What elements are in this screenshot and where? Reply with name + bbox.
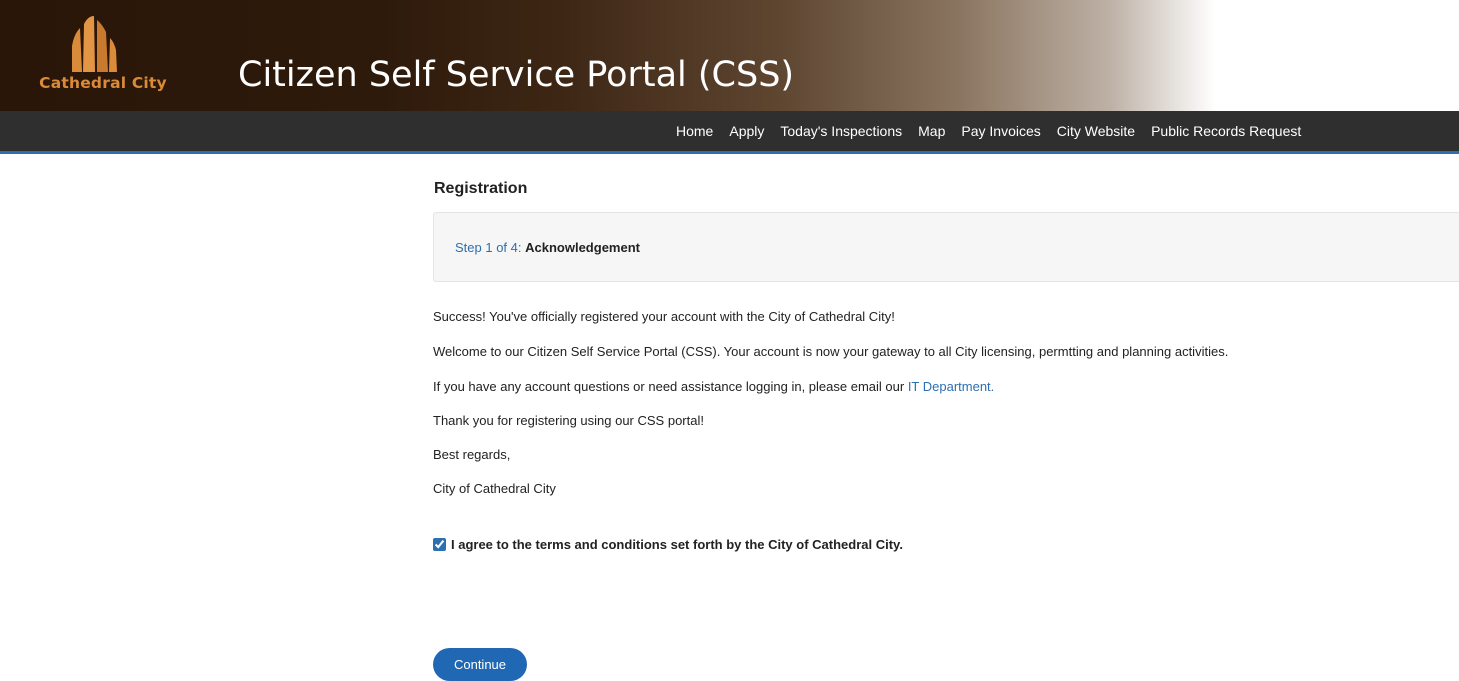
page-title: Registration [434, 180, 528, 197]
help-text: If you have any account questions or nee… [433, 379, 908, 394]
nav-pay-invoices[interactable]: Pay Invoices [953, 111, 1048, 151]
nav-map[interactable]: Map [910, 111, 953, 151]
logo-text: Cathedral City [39, 74, 167, 92]
nav-menu: Home Apply Today's Inspections Map Pay I… [668, 111, 1309, 151]
site-title: Citizen Self Service Portal (CSS) [238, 55, 795, 95]
step-indicator-panel: Step 1 of 4: Acknowledgement [433, 212, 1459, 282]
cathedral-spires-logo-icon [72, 16, 117, 72]
help-message: If you have any account questions or nee… [433, 379, 994, 394]
step-name: Acknowledgement [525, 240, 640, 255]
terms-label[interactable]: I agree to the terms and conditions set … [451, 537, 903, 552]
city-logo[interactable]: Cathedral City [28, 8, 178, 104]
nav-home[interactable]: Home [668, 111, 721, 151]
nav-city-website[interactable]: City Website [1049, 111, 1143, 151]
success-message: Success! You've officially registered yo… [433, 309, 895, 324]
nav-public-records-request[interactable]: Public Records Request [1143, 111, 1309, 151]
step-number: Step 1 of 4: [455, 240, 522, 255]
terms-agreement: I agree to the terms and conditions set … [433, 537, 903, 552]
signature-line: City of Cathedral City [433, 481, 556, 496]
it-department-link[interactable]: IT Department. [908, 379, 994, 394]
nav-apply[interactable]: Apply [721, 111, 772, 151]
thank-you-message: Thank you for registering using our CSS … [433, 413, 704, 428]
terms-checkbox[interactable] [433, 538, 446, 551]
regards-line: Best regards, [433, 447, 511, 462]
welcome-message: Welcome to our Citizen Self Service Port… [433, 344, 1229, 359]
main-nav: Home Apply Today's Inspections Map Pay I… [0, 111, 1459, 154]
continue-button[interactable]: Continue [433, 648, 527, 681]
registration-content: Registration Step 1 of 4: Acknowledgemen… [420, 154, 1459, 681]
header-banner: Cathedral City Citizen Self Service Port… [0, 0, 1459, 111]
step-indicator: Step 1 of 4: Acknowledgement [455, 240, 640, 255]
nav-todays-inspections[interactable]: Today's Inspections [772, 111, 910, 151]
